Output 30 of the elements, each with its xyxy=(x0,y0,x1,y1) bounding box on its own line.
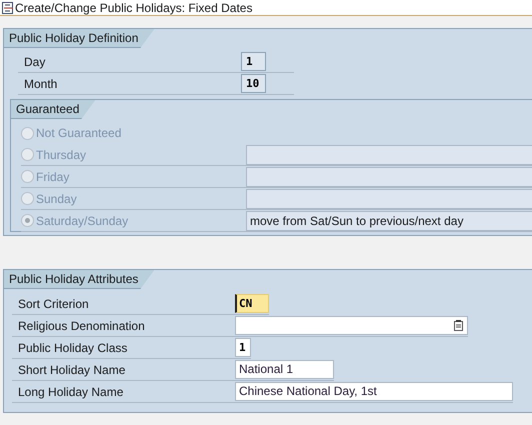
input-field[interactable]: Chinese National Day, 1st xyxy=(235,382,513,401)
display-field: move from Sat/Sun to previous/next day xyxy=(246,210,532,230)
field-label: Day xyxy=(23,54,46,70)
radio-button[interactable] xyxy=(21,214,34,227)
radio-label: Not Guaranteed xyxy=(36,125,122,142)
input-field[interactable]: CN xyxy=(235,294,269,313)
input-field[interactable]: 1 xyxy=(235,338,251,357)
field-label: Religious Denomination xyxy=(17,318,146,334)
radio-label: Saturday/Sunday xyxy=(36,212,128,230)
field-label: Long Holiday Name xyxy=(17,384,124,400)
list-icon xyxy=(454,320,463,331)
radio-label: Sunday xyxy=(36,190,77,208)
radio-button[interactable] xyxy=(21,148,34,161)
field-label: Month xyxy=(23,76,58,92)
radio-button[interactable] xyxy=(21,170,34,183)
radio-button[interactable] xyxy=(21,126,34,140)
section-title: Public Holiday Attributes xyxy=(4,270,154,289)
field-label: Short Holiday Name xyxy=(17,362,126,378)
window-title: Create/Change Public Holidays: Fixed Dates xyxy=(15,0,252,16)
section-title: Guaranteed xyxy=(11,100,96,119)
section-title: Public Holiday Definition xyxy=(4,29,154,48)
radio-label: Friday xyxy=(36,168,70,186)
field-label: Public Holiday Class xyxy=(17,340,128,356)
display-field: 10 xyxy=(241,74,266,93)
display-field: 1 xyxy=(241,52,266,71)
radio-button[interactable] xyxy=(21,192,34,205)
radio-label: Thursday xyxy=(36,146,86,164)
input-field[interactable]: National 1 xyxy=(235,360,334,379)
dropdown-field[interactable] xyxy=(235,316,468,335)
field-label: Sort Criterion xyxy=(17,296,90,312)
